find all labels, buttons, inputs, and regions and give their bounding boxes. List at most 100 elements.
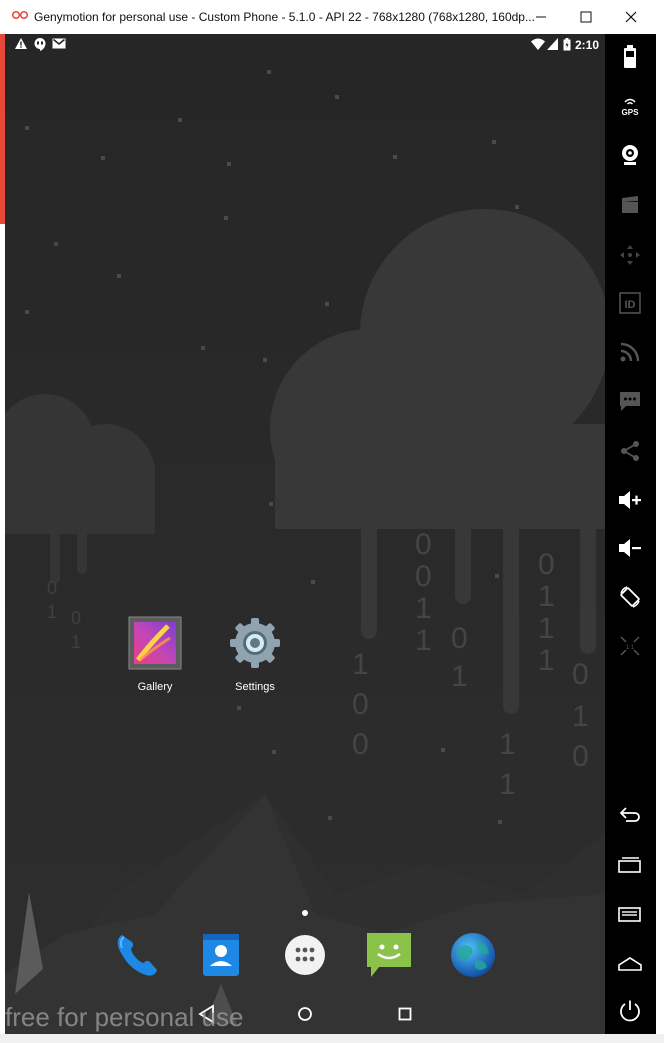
recents-icon[interactable]: [393, 1002, 417, 1026]
wallpaper-digit: 1: [415, 592, 432, 625]
settings-gear-icon: [230, 618, 280, 668]
recent-apps-button[interactable]: [617, 852, 643, 878]
wallpaper-digit: 0: [352, 688, 369, 721]
wallpaper-digit: 1: [71, 632, 81, 652]
wallpaper-digit: 1: [415, 624, 432, 657]
wallpaper-digit: 0: [352, 728, 369, 761]
wallpaper-digit: 0: [451, 622, 468, 655]
wallpaper: 0 0 1 1 0 1 0 1 1 1 0 1 0 1 0 0 1 1 0 1 …: [5, 34, 605, 1034]
hangouts-icon: [34, 38, 46, 51]
genymotion-logo-icon: [12, 10, 28, 20]
browser-icon: [451, 933, 495, 977]
battery-widget-button[interactable]: [617, 44, 643, 70]
scale-icon: 1:1: [620, 636, 640, 656]
maximize-icon: [580, 11, 592, 23]
messaging-icon: [367, 933, 411, 977]
capture-widget-button[interactable]: [617, 192, 643, 218]
battery-icon: [624, 45, 636, 68]
wallpaper-digit: 0: [47, 578, 57, 598]
webcam-widget-button[interactable]: [617, 142, 643, 168]
signal-icon: [547, 38, 558, 50]
dpad-widget-button[interactable]: [617, 242, 643, 268]
recent-apps-icon: [618, 857, 641, 873]
home-icon: [618, 957, 642, 971]
contacts-app[interactable]: [195, 929, 247, 981]
id-icon: ID: [619, 292, 641, 314]
wallpaper-digit: 1: [47, 602, 57, 622]
wallpaper-digit: 0: [415, 560, 432, 593]
scale-button[interactable]: 1:1: [617, 633, 643, 659]
battery-icon: [563, 38, 571, 51]
close-icon: [625, 11, 637, 23]
wallpaper-digit: 1: [538, 644, 555, 677]
gallery-label: Gallery: [137, 681, 173, 693]
id-label: ID: [625, 299, 636, 311]
volume-down-icon: [619, 539, 641, 557]
menu-button[interactable]: [617, 901, 643, 927]
app-drawer-button[interactable]: [279, 929, 331, 981]
volume-up-button[interactable]: [617, 487, 643, 513]
capture-icon: [622, 196, 638, 213]
gmail-icon: [52, 38, 66, 49]
close-button[interactable]: [608, 0, 654, 34]
wallpaper-digit: 1: [352, 648, 369, 681]
dpad-icon: [620, 245, 640, 265]
alert-icon: [15, 38, 27, 49]
wallpaper-digit: 0: [71, 608, 81, 628]
window-title: Genymotion for personal use - Custom Pho…: [34, 10, 535, 24]
page-indicator-dot: [302, 910, 308, 916]
watermark-text: free for personal use: [5, 1002, 244, 1032]
share-icon: [621, 441, 639, 461]
window-titlebar: Genymotion for personal use - Custom Pho…: [0, 0, 664, 35]
power-button[interactable]: [617, 998, 643, 1024]
app-drawer-icon: [285, 935, 325, 975]
android-screen[interactable]: 0 0 1 1 0 1 0 1 1 1 0 1 0 1 0 0 1 1 0 1 …: [5, 34, 605, 1034]
wallpaper-digit: 1: [451, 660, 468, 693]
network-widget-button[interactable]: [617, 339, 643, 365]
maximize-button[interactable]: [563, 0, 609, 34]
volume-up-icon: [619, 491, 641, 509]
wifi-icon: [531, 38, 545, 50]
settings-app[interactable]: Settings: [210, 616, 300, 693]
android-back-button[interactable]: [617, 802, 643, 828]
gallery-app[interactable]: Gallery: [110, 616, 200, 693]
browser-app[interactable]: [447, 929, 499, 981]
back-icon: [619, 807, 640, 822]
minimize-button[interactable]: [518, 0, 564, 34]
gps-label: GPS: [622, 108, 640, 117]
volume-down-button[interactable]: [617, 535, 643, 561]
sms-widget-button[interactable]: [617, 388, 643, 414]
rotate-icon: [620, 586, 640, 608]
wallpaper-digit: 1: [572, 700, 589, 733]
phone-app[interactable]: [110, 929, 162, 981]
sms-icon: [620, 392, 640, 411]
wallpaper-digit: 0: [415, 528, 432, 561]
clock: 2:10: [574, 38, 599, 52]
messaging-app[interactable]: [363, 929, 415, 981]
phone-icon: [117, 935, 157, 976]
window-bottom-edge: [0, 1034, 664, 1043]
wallpaper-digit: 1: [538, 612, 555, 645]
rotate-button[interactable]: [617, 584, 643, 610]
wallpaper-digit: 0: [572, 740, 589, 773]
wallpaper-digit: 0: [572, 658, 589, 691]
wallpaper-digit: 1: [499, 768, 516, 801]
wallpaper-digit: 1: [499, 728, 516, 761]
home-icon[interactable]: [293, 1002, 317, 1026]
webcam-icon: [622, 145, 638, 165]
gps-widget-button[interactable]: GPS: [617, 93, 643, 119]
genymotion-toolbar: GPS ID 1:1: [605, 34, 656, 1034]
wallpaper-digit: 0: [538, 548, 555, 581]
menu-icon: [618, 907, 641, 922]
background-window-edge: [656, 34, 664, 1034]
settings-label: Settings: [235, 681, 275, 693]
status-bar: 2:10: [5, 34, 605, 56]
gps-icon: GPS: [622, 98, 640, 117]
android-home-button[interactable]: [617, 950, 643, 976]
power-icon: [620, 1000, 640, 1022]
device-id-widget-button[interactable]: ID: [617, 290, 643, 316]
contacts-icon: [203, 934, 239, 976]
svg-text:1:1: 1:1: [626, 645, 635, 651]
minimize-icon: [536, 16, 546, 18]
share-widget-button[interactable]: [617, 438, 643, 464]
